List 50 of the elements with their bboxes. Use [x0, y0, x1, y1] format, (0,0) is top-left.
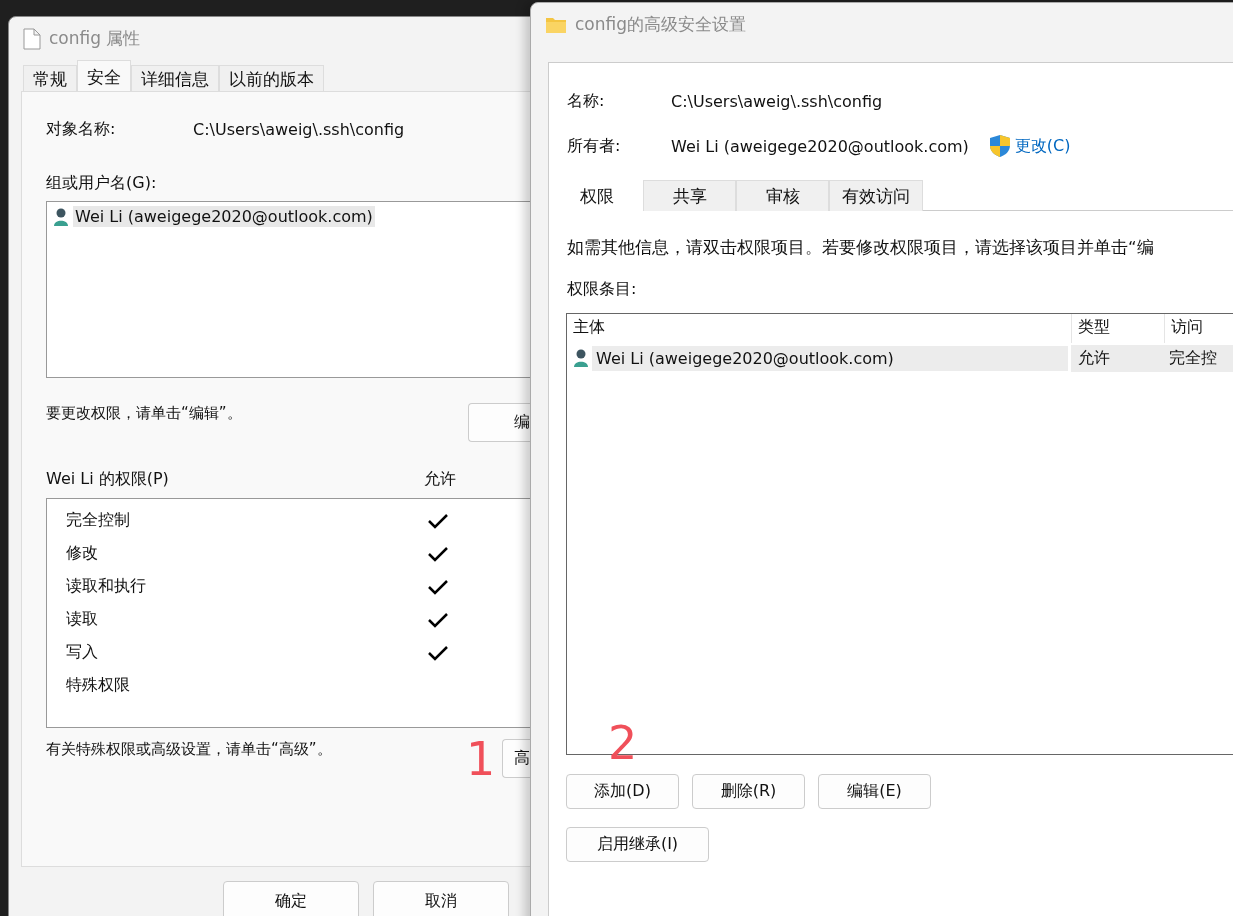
tab[interactable]: 以前的版本 — [219, 65, 324, 91]
file-path: C:\Users\aweig\.ssh\config — [671, 91, 883, 111]
annotation-number: 1 — [466, 735, 496, 783]
change-link[interactable]: 更改(C) — [1014, 135, 1071, 157]
permission-name: 修改 — [66, 543, 99, 564]
owner-name: Wei Li (aweigege2020@outlook.com) — [671, 136, 969, 156]
permission-name: 读取和执行 — [66, 576, 147, 597]
dialog-button[interactable]: 取消 — [373, 881, 509, 916]
folder-icon — [545, 15, 567, 34]
info-text: 如需其他信息，请双击权限项目。若要修改权限项目，请选择该项目并单击“编 — [567, 237, 1155, 259]
permission-name: 写入 — [66, 642, 99, 663]
tab[interactable]: 有效访问 — [829, 180, 923, 211]
tab[interactable]: 详细信息 — [131, 65, 219, 91]
user-icon — [573, 348, 589, 368]
file-icon — [23, 27, 41, 50]
field-label: 组或用户名(G): — [46, 173, 158, 194]
action-button[interactable]: 添加(D) — [566, 774, 679, 809]
field-label: 名称: — [567, 90, 606, 112]
tab[interactable]: 共享 — [643, 180, 736, 211]
column-header: 访问 — [1170, 316, 1204, 338]
permission-name: 特殊权限 — [66, 675, 131, 696]
table-cell: 允许 — [1070, 344, 1164, 372]
column-header: 允许 — [424, 468, 456, 490]
tab[interactable]: 常规 — [23, 65, 77, 91]
column-header: 主体 — [567, 314, 1072, 343]
field-label: Wei Li 的权限(P) — [46, 468, 170, 490]
field-label: 对象名称: — [46, 118, 117, 140]
object-name: C:\Users\aweig\.ssh\config — [193, 119, 405, 139]
inherit-button[interactable]: 启用继承(I) — [566, 827, 709, 862]
window-title: config的高级安全设置 — [575, 13, 747, 36]
action-button[interactable]: 删除(R) — [692, 774, 805, 809]
dialog-button[interactable]: 确定 — [223, 881, 359, 916]
tab[interactable]: 审核 — [736, 180, 829, 211]
field-label: 权限条目: — [567, 279, 638, 300]
user-icon — [53, 206, 69, 227]
window-title: config 属性 — [49, 27, 141, 50]
action-button[interactable]: 编辑(E) — [818, 774, 931, 809]
tab[interactable]: 安全 — [77, 60, 131, 91]
hint-text: 要更改权限，请单击“编辑”。 — [46, 404, 243, 423]
table-cell: 完全控 — [1163, 344, 1233, 372]
shield-icon — [988, 134, 1011, 158]
permission-name: 完全控制 — [66, 510, 131, 531]
hint-text: 有关特殊权限或高级设置，请单击“高级”。 — [46, 740, 333, 759]
user-item[interactable]: Wei Li (aweigege2020@outlook.com) — [73, 206, 375, 227]
advanced-button[interactable]: 高 — [502, 738, 532, 778]
permission-name: 读取 — [66, 609, 99, 630]
field-label: 所有者: — [567, 135, 622, 157]
table-cell: Wei Li (aweigege2020@outlook.com) — [592, 345, 1068, 371]
edit-button[interactable]: 编 — [468, 402, 532, 442]
column-header: 类型 — [1072, 314, 1165, 343]
